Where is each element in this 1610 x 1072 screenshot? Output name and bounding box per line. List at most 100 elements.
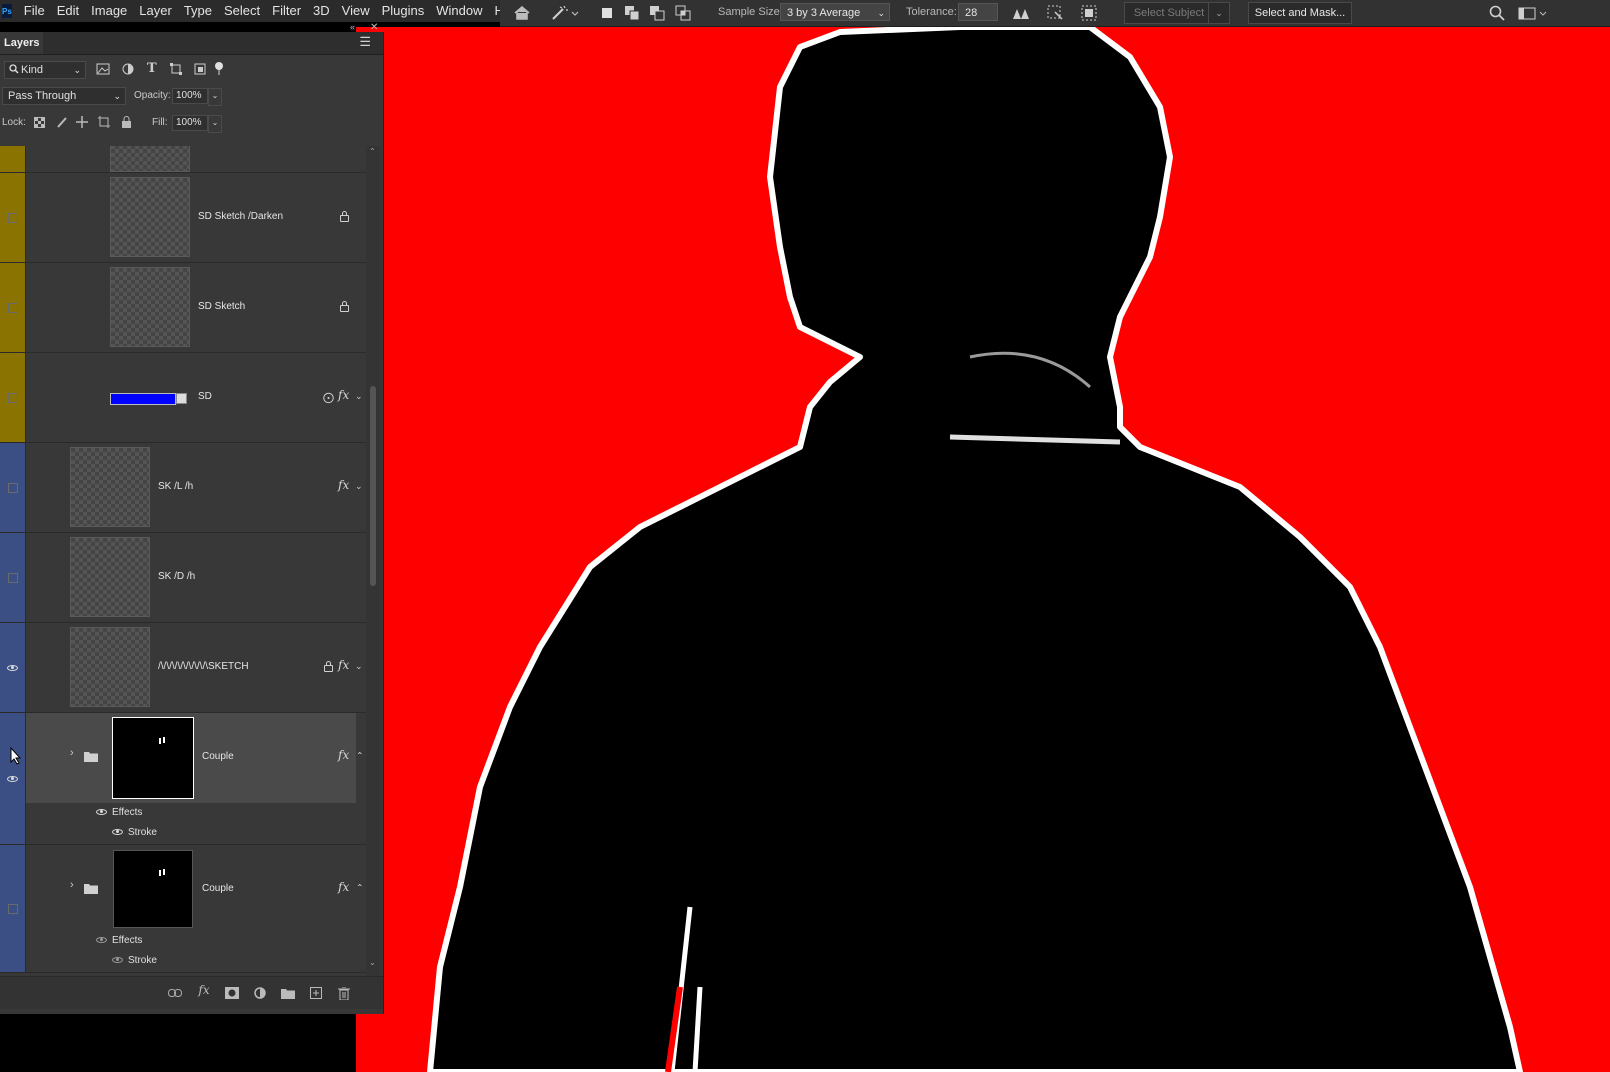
layer-row[interactable]: SK /D /h (0, 533, 366, 623)
lock-artboard-icon[interactable] (98, 116, 110, 131)
scrollbar-thumb[interactable] (370, 386, 376, 586)
opacity-dropdown-icon[interactable]: ⌄ (208, 88, 222, 106)
layer-row[interactable]: SD Sketch /Darken (0, 173, 366, 263)
fx-icon[interactable]: fx (338, 748, 349, 762)
visibility-toggle[interactable] (0, 845, 26, 972)
expand-chevron-icon[interactable]: › (70, 879, 74, 891)
layer-row[interactable]: SK /L /h fx ⌄ (0, 443, 366, 533)
adjustment-icon[interactable] (253, 986, 267, 1000)
pixel-filter-icon[interactable] (96, 63, 110, 78)
search-icon[interactable] (1486, 3, 1508, 23)
visibility-toggle[interactable] (0, 713, 26, 844)
menu-type[interactable]: Type (178, 0, 218, 22)
visibility-toggle[interactable] (0, 623, 26, 712)
lock-transparent-icon[interactable] (34, 117, 45, 131)
select-subject-dropdown[interactable]: ⌄ (1208, 2, 1230, 24)
photoshop-logo-icon[interactable]: Ps (2, 4, 12, 18)
menu-layer[interactable]: Layer (133, 0, 178, 22)
select-and-mask-button[interactable]: Select and Mask... (1248, 2, 1352, 24)
menu-image[interactable]: Image (85, 0, 133, 22)
fx-icon[interactable]: fx (338, 658, 349, 672)
menu-edit[interactable]: Edit (51, 0, 85, 22)
filter-kind-select[interactable]: Kind ⌄ (4, 61, 86, 79)
visibility-toggle[interactable] (0, 443, 26, 532)
fill-input[interactable]: 100% (172, 115, 208, 131)
collapse-panel-icon[interactable]: « (350, 22, 355, 32)
blend-mode-select[interactable]: Pass Through ⌄ (2, 87, 126, 105)
layer-row[interactable] (0, 146, 366, 173)
opacity-input[interactable]: 100% (172, 88, 208, 104)
chevron-down-icon[interactable]: ⌄ (355, 391, 363, 402)
fill-dropdown-icon[interactable]: ⌄ (208, 115, 222, 133)
folder-icon (84, 751, 98, 765)
chevron-down-icon: ⌄ (877, 8, 885, 18)
group-folder-icon[interactable] (281, 986, 295, 1000)
layer-row[interactable]: /\/\/\/\/\/\/\/\/\SKETCH fx ⌄ (0, 623, 366, 713)
workspace-icon[interactable] (1516, 3, 1550, 23)
lock-all-icon[interactable] (121, 116, 132, 131)
shape-filter-icon[interactable] (170, 63, 182, 78)
stroke-effect-row[interactable]: Stroke (112, 827, 157, 838)
new-selection-icon[interactable] (598, 3, 616, 23)
scroll-up-icon[interactable]: ⌄ (369, 146, 376, 155)
filter-toggle-icon[interactable] (214, 61, 224, 80)
type-filter-icon[interactable]: T (147, 61, 157, 76)
scroll-down-icon[interactable]: ⌄ (369, 958, 376, 967)
layers-scrollbar[interactable]: ⌄ ⌄ (366, 146, 380, 976)
expand-chevron-icon[interactable]: › (70, 747, 74, 759)
fx-icon[interactable]: fx (338, 388, 349, 402)
anti-alias-icon[interactable] (1010, 3, 1032, 23)
intersect-selection-icon[interactable] (674, 3, 692, 23)
effects-row[interactable]: Effects (96, 807, 142, 818)
document-canvas[interactable] (356, 27, 1610, 1072)
filter-row: Kind ⌄ T (0, 58, 370, 84)
home-icon[interactable] (512, 3, 532, 23)
link-mask-icon: ⨀ (323, 392, 334, 404)
chevron-down-icon[interactable]: ⌄ (355, 661, 363, 672)
chevron-up-icon[interactable]: ⌄ (356, 749, 364, 760)
layer-group-row[interactable]: › Couple fx ⌄ Effects Stroke (0, 713, 366, 845)
add-selection-icon[interactable] (623, 3, 641, 23)
mask-icon[interactable] (225, 986, 239, 1000)
add-fx-icon[interactable]: fx (197, 983, 211, 997)
magic-wand-icon[interactable] (550, 3, 580, 23)
menu-3d[interactable]: 3D (307, 0, 336, 22)
menu-file[interactable]: File (18, 0, 51, 22)
lock-move-icon[interactable] (76, 116, 88, 131)
layer-group-row[interactable]: › Couple fx ⌄ Effects Stroke (0, 845, 366, 973)
smart-object-filter-icon[interactable] (194, 63, 206, 78)
visibility-toggle[interactable] (0, 263, 26, 352)
sample-all-layers-icon[interactable] (1078, 3, 1100, 23)
sample-size-select[interactable]: 3 by 3 Average ⌄ (780, 3, 890, 21)
subtract-selection-icon[interactable] (648, 3, 666, 23)
layer-row[interactable]: SD Sketch (0, 263, 366, 353)
visibility-toggle[interactable] (0, 173, 26, 262)
tab-layers[interactable]: Layers (0, 32, 44, 54)
layer-row[interactable]: SD ⨀ fx ⌄ (0, 353, 366, 443)
effects-row[interactable]: Effects (96, 935, 142, 946)
select-subject-button[interactable]: Select Subject (1124, 2, 1214, 24)
fx-icon[interactable]: fx (338, 880, 349, 894)
chevron-down-icon[interactable]: ⌄ (355, 481, 363, 492)
adjustment-filter-icon[interactable] (122, 63, 134, 78)
fx-icon[interactable]: fx (338, 478, 349, 492)
visibility-toggle[interactable] (0, 353, 26, 442)
link-icon[interactable] (168, 986, 182, 1000)
lock-brush-icon[interactable] (56, 116, 68, 131)
panel-menu-icon[interactable]: ☰ (359, 34, 371, 50)
stroke-effect-row[interactable]: Stroke (112, 955, 157, 966)
menu-filter[interactable]: Filter (266, 0, 307, 22)
menu-window[interactable]: Window (430, 0, 488, 22)
chevron-up-icon[interactable]: ⌄ (356, 881, 364, 892)
new-layer-icon[interactable] (309, 986, 323, 1000)
menu-plugins[interactable]: Plugins (376, 0, 431, 22)
layer-name: SD Sketch /Darken (198, 211, 284, 222)
contiguous-icon[interactable] (1044, 3, 1066, 23)
trash-icon[interactable] (337, 986, 351, 1000)
visibility-toggle[interactable] (0, 533, 26, 622)
menu-view[interactable]: View (336, 0, 376, 22)
stroke-label: Stroke (128, 955, 157, 966)
menu-select[interactable]: Select (218, 0, 266, 22)
close-panel-icon[interactable]: ✕ (370, 22, 378, 33)
tolerance-input[interactable]: 28 (958, 3, 998, 21)
